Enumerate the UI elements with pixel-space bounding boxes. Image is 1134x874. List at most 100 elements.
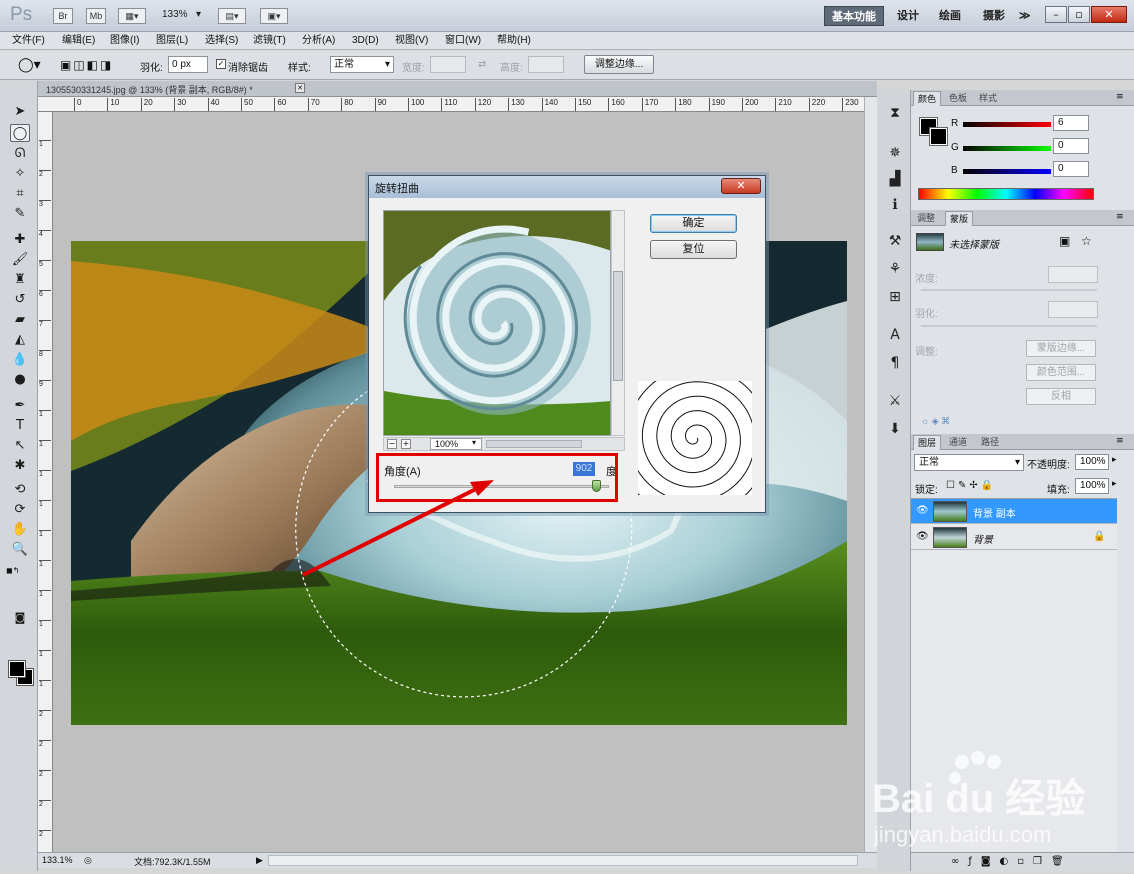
zoom-out-button[interactable]: − bbox=[387, 439, 397, 449]
layer-row-background-copy[interactable]: 👁 背景 副本 bbox=[911, 499, 1117, 524]
path-selection-tool-icon[interactable]: ↖ bbox=[10, 437, 30, 455]
workspace-essentials[interactable]: 基本功能 bbox=[824, 6, 884, 26]
clone-source-icon[interactable]: ⊞ bbox=[886, 288, 904, 306]
view-extras-icon[interactable]: ▦▾ bbox=[118, 8, 146, 24]
menu-view[interactable]: 视图(V) bbox=[395, 33, 428, 49]
dialog-title-bar[interactable]: 旋转扭曲 ✕ bbox=[369, 176, 765, 198]
screen-mode-icon[interactable]: ▣▾ bbox=[260, 8, 288, 24]
mask-footer-icons[interactable]: ☼ ◈ ⌘ bbox=[921, 416, 950, 427]
opacity-arrow-icon[interactable]: ▸ bbox=[1112, 455, 1117, 465]
blend-mode-select[interactable]: 正常 ▾ bbox=[914, 454, 1024, 471]
menu-filter[interactable]: 滤镜(T) bbox=[253, 33, 286, 49]
status-menu-arrow-icon[interactable]: ▶ bbox=[256, 855, 263, 866]
zoom-tool-icon[interactable]: 🔍 bbox=[10, 541, 30, 559]
actions-panel-icon[interactable]: ⚔ bbox=[886, 392, 904, 410]
default-colors-icon[interactable]: ◼↰ bbox=[6, 566, 19, 575]
mask-feather-input[interactable] bbox=[1048, 301, 1098, 318]
more-workspaces-icon[interactable]: ≫ bbox=[1019, 6, 1031, 26]
zoom-in-button[interactable]: + bbox=[401, 439, 411, 449]
g-slider[interactable] bbox=[963, 146, 1051, 151]
history-panel-icon[interactable]: ⧗ bbox=[886, 104, 904, 122]
filter-preview[interactable] bbox=[383, 210, 611, 436]
density-slider[interactable] bbox=[921, 289, 1097, 291]
workspace-photography[interactable]: 摄影 bbox=[983, 6, 1005, 26]
invert-button[interactable]: 反相 bbox=[1026, 388, 1096, 405]
menu-edit[interactable]: 编辑(E) bbox=[62, 33, 95, 49]
elliptical-marquee-tool-icon[interactable]: ◯ bbox=[10, 124, 30, 142]
tab-swatches[interactable]: 色板 bbox=[945, 91, 971, 106]
reset-button[interactable]: 复位 bbox=[650, 240, 737, 259]
color-range-button[interactable]: 颜色范围... bbox=[1026, 364, 1096, 381]
lock-icons[interactable]: ☐✎✢🔒 bbox=[946, 480, 996, 491]
histogram-panel-icon[interactable]: ▟ bbox=[886, 170, 904, 188]
menu-analysis[interactable]: 分析(A) bbox=[302, 33, 335, 49]
mask-feather-slider[interactable] bbox=[921, 325, 1097, 327]
window-close-button[interactable]: ✕ bbox=[1091, 6, 1127, 23]
layer-row-background[interactable]: 👁 背景 🔒 bbox=[911, 525, 1117, 550]
r-slider[interactable] bbox=[963, 122, 1051, 127]
dodge-tool-icon[interactable]: ● bbox=[10, 371, 30, 389]
pixel-mask-icon[interactable]: ▣ bbox=[1059, 234, 1070, 248]
color-bg-swatch[interactable] bbox=[929, 127, 948, 146]
zoom-level-dropdown[interactable]: 133% bbox=[162, 9, 188, 20]
panel-menu-icon[interactable]: ≡ bbox=[1116, 212, 1124, 222]
feather-input[interactable]: 0 px bbox=[168, 56, 208, 73]
blur-tool-icon[interactable]: 💧 bbox=[10, 351, 30, 369]
selection-mode-icons[interactable]: ▣◫◧◨ bbox=[60, 56, 128, 74]
3d-panel-icon[interactable]: ⬇ bbox=[886, 420, 904, 438]
3d-orbit-tool-icon[interactable]: ⟳ bbox=[10, 501, 30, 519]
width-input[interactable] bbox=[430, 56, 466, 73]
opacity-input[interactable]: 100% bbox=[1075, 454, 1109, 470]
quick-mask-icon[interactable]: ◙ bbox=[10, 609, 30, 627]
eyedropper-tool-icon[interactable]: ✎ bbox=[10, 205, 30, 223]
refine-edge-button[interactable]: 调整边缘... bbox=[584, 55, 654, 74]
b-slider[interactable] bbox=[963, 169, 1051, 174]
hand-tool-icon[interactable]: ✋ bbox=[10, 521, 30, 539]
tool-presets-icon[interactable]: ⚒ bbox=[886, 232, 904, 250]
brush-presets-icon[interactable]: ⚘ bbox=[886, 260, 904, 278]
restore-button[interactable]: ▫ bbox=[1068, 6, 1090, 23]
tab-paths[interactable]: 路径 bbox=[977, 435, 1003, 450]
eye-icon[interactable]: 👁 bbox=[916, 505, 929, 516]
dialog-close-button[interactable]: ✕ bbox=[721, 178, 761, 194]
brush-tool-icon[interactable]: 🖌 bbox=[10, 251, 30, 269]
panel-menu-icon[interactable]: ≡ bbox=[1116, 92, 1124, 102]
chevron-down-icon[interactable]: ▾ bbox=[196, 9, 201, 20]
eye-icon[interactable]: 👁 bbox=[916, 531, 929, 542]
history-brush-tool-icon[interactable]: ↺ bbox=[10, 291, 30, 309]
canvas-horizontal-scrollbar[interactable] bbox=[268, 855, 858, 866]
swap-icon[interactable]: ⇄ bbox=[478, 59, 486, 70]
color-spectrum-ramp[interactable] bbox=[918, 188, 1094, 200]
menu-layer[interactable]: 图层(L) bbox=[156, 33, 188, 49]
fill-arrow-icon[interactable]: ▸ bbox=[1112, 479, 1117, 489]
mini-bridge-button[interactable]: Mb bbox=[86, 8, 106, 24]
vector-mask-icon[interactable]: ☆ bbox=[1081, 234, 1092, 248]
tab-channels[interactable]: 通道 bbox=[945, 435, 971, 450]
r-input[interactable]: 6 bbox=[1053, 115, 1089, 131]
tab-layers[interactable]: 图层 bbox=[913, 435, 942, 450]
preview-vertical-scrollbar[interactable] bbox=[611, 210, 625, 436]
arrange-documents-icon[interactable]: ▤▾ bbox=[218, 8, 246, 24]
crop-tool-icon[interactable]: ⌗ bbox=[10, 185, 30, 203]
quick-selection-tool-icon[interactable]: ✧ bbox=[10, 165, 30, 183]
preview-horizontal-scrollbar[interactable] bbox=[486, 440, 582, 448]
type-tool-icon[interactable]: T bbox=[10, 417, 30, 435]
eraser-tool-icon[interactable]: ▰ bbox=[10, 311, 30, 329]
panel-menu-icon[interactable]: ≡ bbox=[1116, 436, 1124, 446]
menu-file[interactable]: 文件(F) bbox=[12, 33, 45, 49]
tab-masks[interactable]: 蒙版 bbox=[945, 211, 974, 226]
elliptical-marquee-preset-icon[interactable]: ◯▾ bbox=[18, 56, 42, 74]
healing-brush-tool-icon[interactable]: ✚ bbox=[10, 231, 30, 249]
3d-rotate-tool-icon[interactable]: ⟲ bbox=[10, 481, 30, 499]
preview-scroll-thumb[interactable] bbox=[613, 271, 623, 381]
workspace-painting[interactable]: 绘画 bbox=[939, 6, 961, 26]
document-tab[interactable]: 1305530331245.jpg @ 133% (背景 副本, RGB/8#)… bbox=[38, 81, 877, 97]
pen-tool-icon[interactable]: ✒ bbox=[10, 397, 30, 415]
document-close-icon[interactable]: ✕ bbox=[295, 83, 305, 93]
tab-styles[interactable]: 样式 bbox=[975, 91, 1001, 106]
bridge-button[interactable]: Br bbox=[53, 8, 73, 24]
character-panel-icon[interactable]: A bbox=[886, 326, 904, 344]
chevron-down-icon[interactable]: ▾ bbox=[469, 439, 479, 449]
tab-adjustments[interactable]: 调整 bbox=[913, 211, 939, 226]
menu-select[interactable]: 选择(S) bbox=[205, 33, 238, 49]
